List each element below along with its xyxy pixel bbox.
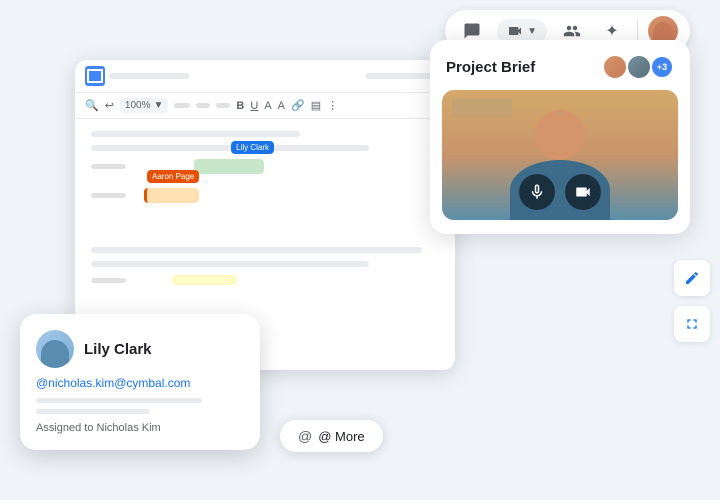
- avatar-count: +3: [650, 55, 674, 79]
- mic-button[interactable]: [519, 174, 555, 210]
- lily-clark-tag: Lily Clark: [231, 141, 274, 154]
- doc-line: [91, 261, 369, 267]
- gantt-chart: Lily Clark Aaron Page: [91, 159, 439, 239]
- side-icons: [674, 260, 710, 342]
- t2-15: [196, 103, 210, 108]
- doc-line: [91, 247, 422, 253]
- profile-line-2: [36, 409, 150, 414]
- t2-minus: [174, 103, 190, 108]
- zoom-icon: 🔍: [85, 99, 99, 112]
- bold-btn: B: [236, 100, 244, 112]
- at-icon: @: [298, 428, 312, 444]
- zoom-level: 100%: [125, 100, 151, 111]
- kitchen-shelf: [452, 98, 512, 118]
- profile-name: Lily Clark: [84, 341, 152, 358]
- undo-icon: ↩: [105, 99, 114, 112]
- video-controls: [519, 174, 601, 210]
- docs-top-bar: [75, 60, 455, 93]
- video-chevron: ▼: [527, 26, 537, 37]
- more-label: @ More: [318, 429, 364, 444]
- project-brief-title: Project Brief: [446, 59, 535, 76]
- more-btn-docs: ⋮: [327, 99, 338, 112]
- video-thumbnail: [442, 90, 678, 220]
- docs-content: Lily Clark Aaron Page: [75, 119, 455, 297]
- profile-avatar: [36, 330, 74, 368]
- profile-email[interactable]: @nicholas.kim@cymbal.com: [36, 376, 244, 390]
- video-panel: Project Brief +3: [430, 40, 690, 234]
- profile-header: Lily Clark: [36, 330, 244, 368]
- aaron-page-tag: Aaron Page: [147, 170, 199, 183]
- assigned-label: Assigned to Nicholas Kim: [36, 422, 244, 434]
- highlight-btn: A: [278, 100, 285, 112]
- video-panel-header: Project Brief +3: [430, 40, 690, 90]
- doc-title-placeholder: [109, 73, 189, 79]
- profile-card: Lily Clark @nicholas.kim@cymbal.com Assi…: [20, 314, 260, 450]
- link-btn: 🔗: [291, 99, 305, 112]
- participants-avatars: +3: [602, 54, 674, 80]
- docs-icon: [85, 66, 105, 86]
- camera-button[interactable]: [565, 174, 601, 210]
- sparkle-icon: ✦: [605, 21, 618, 41]
- italic-btn: A: [264, 100, 271, 112]
- comment-btn: ▤: [311, 99, 321, 112]
- expand-icon-button[interactable]: [674, 306, 710, 342]
- profile-line-1: [36, 398, 202, 403]
- edit-icon-button[interactable]: [674, 260, 710, 296]
- avatar-2: [626, 54, 652, 80]
- person-head: [535, 110, 585, 160]
- underline-btn: U: [250, 100, 258, 112]
- avatar-1: [602, 54, 628, 80]
- avatar-silhouette: [41, 340, 69, 368]
- docs-edit-toolbar: 🔍 ↩ 100% ▼ B U A A 🔗 ▤ ⋮: [75, 93, 455, 119]
- doc-line: [91, 131, 300, 137]
- more-button[interactable]: @ @ More: [280, 420, 383, 452]
- t2-plus: [216, 103, 230, 108]
